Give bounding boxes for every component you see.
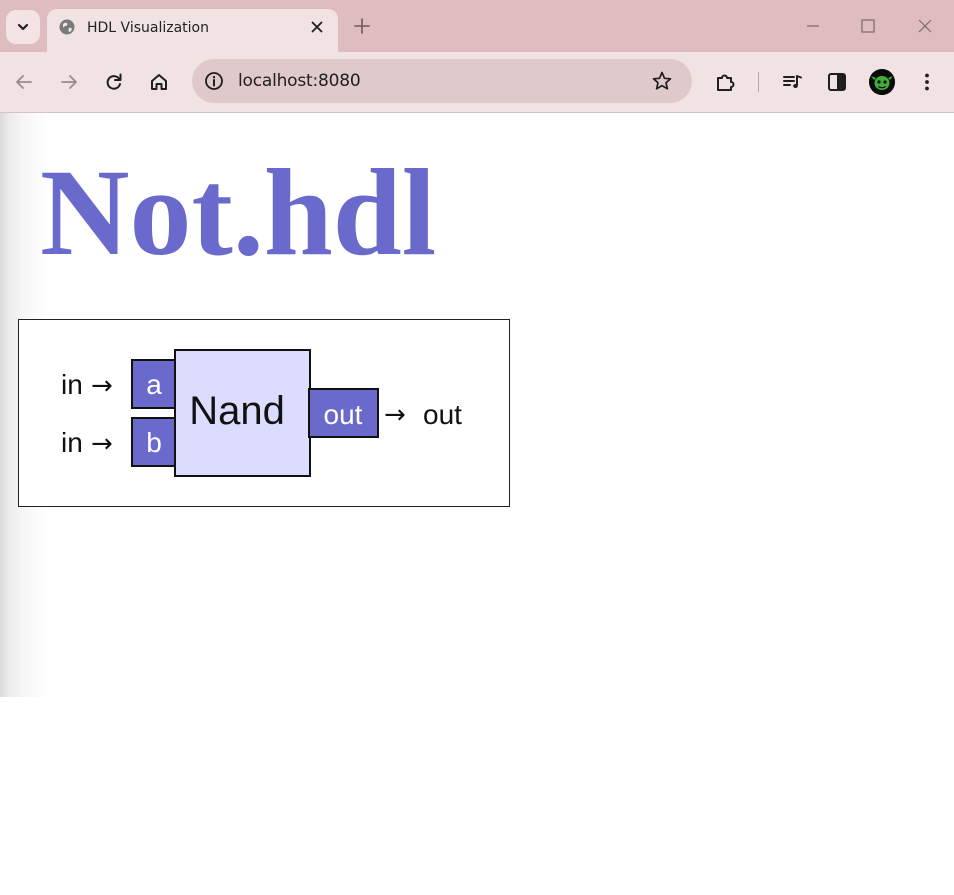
pin-label-b: b: [146, 427, 162, 458]
bookmark-star-icon[interactable]: [651, 70, 673, 92]
pin-label-a: a: [146, 369, 162, 400]
side-panel-icon: [828, 73, 846, 91]
tab-search-button[interactable]: [6, 10, 40, 44]
reload-button[interactable]: [102, 70, 126, 94]
input-arrow-a: →: [91, 371, 113, 401]
extensions-puzzle-icon: [717, 74, 735, 91]
input-wire-label-a: in: [61, 369, 83, 400]
hdl-diagram: in → a in → b Nand out → out: [18, 319, 510, 507]
page-title: Not.hdl: [40, 144, 437, 281]
profile-avatar[interactable]: [869, 69, 895, 95]
pin-label-out: out: [324, 399, 363, 430]
globe-icon: [59, 19, 75, 35]
extensions-button[interactable]: [714, 70, 738, 94]
new-tab-plus-icon[interactable]: [352, 16, 372, 36]
vertical-dots-menu-icon: [925, 73, 929, 91]
media-control-button[interactable]: [781, 70, 805, 94]
address-bar[interactable]: localhost:8080: [192, 59, 692, 103]
page-viewport: Not.hdl in → a in → b Nand out → out: [0, 113, 954, 697]
browser-menu-button[interactable]: [915, 70, 939, 94]
browser-toolbar: localhost:8080: [0, 52, 954, 113]
forward-arrow-icon: [61, 75, 77, 89]
side-panel-button[interactable]: [825, 70, 849, 94]
tab-close-button[interactable]: [307, 17, 327, 37]
home-icon: [151, 74, 167, 90]
back-button[interactable]: [12, 70, 36, 94]
media-control-icon: [783, 75, 802, 88]
maximize-icon[interactable]: [858, 16, 878, 36]
output-wire-label: out: [423, 399, 462, 430]
close-icon: [311, 21, 323, 33]
output-arrow: →: [384, 400, 406, 430]
tab-strip: HDL Visualization: [0, 0, 954, 53]
profile-avatar-icon: [869, 69, 895, 95]
chevron-down-icon: [17, 23, 29, 31]
toolbar-separator: [758, 72, 759, 92]
tab-title: HDL Visualization: [87, 20, 209, 36]
forward-button[interactable]: [57, 70, 81, 94]
back-arrow-icon: [16, 75, 32, 89]
home-button[interactable]: [147, 70, 171, 94]
chip-name: Nand: [189, 389, 285, 433]
minimize-icon[interactable]: [803, 16, 823, 36]
input-arrow-b: →: [91, 429, 113, 459]
window-close-icon[interactable]: [915, 16, 935, 36]
input-wire-label-b: in: [61, 427, 83, 458]
tab-hdl-visualization[interactable]: HDL Visualization: [47, 9, 338, 53]
browser-window: HDL Visualization localhost:8080 Not.hdl…: [0, 0, 954, 697]
chip-diagram-svg: in → a in → b Nand out → out: [61, 349, 462, 477]
reload-icon: [106, 73, 122, 90]
info-icon[interactable]: [204, 71, 224, 91]
url-text[interactable]: localhost:8080: [238, 71, 361, 91]
